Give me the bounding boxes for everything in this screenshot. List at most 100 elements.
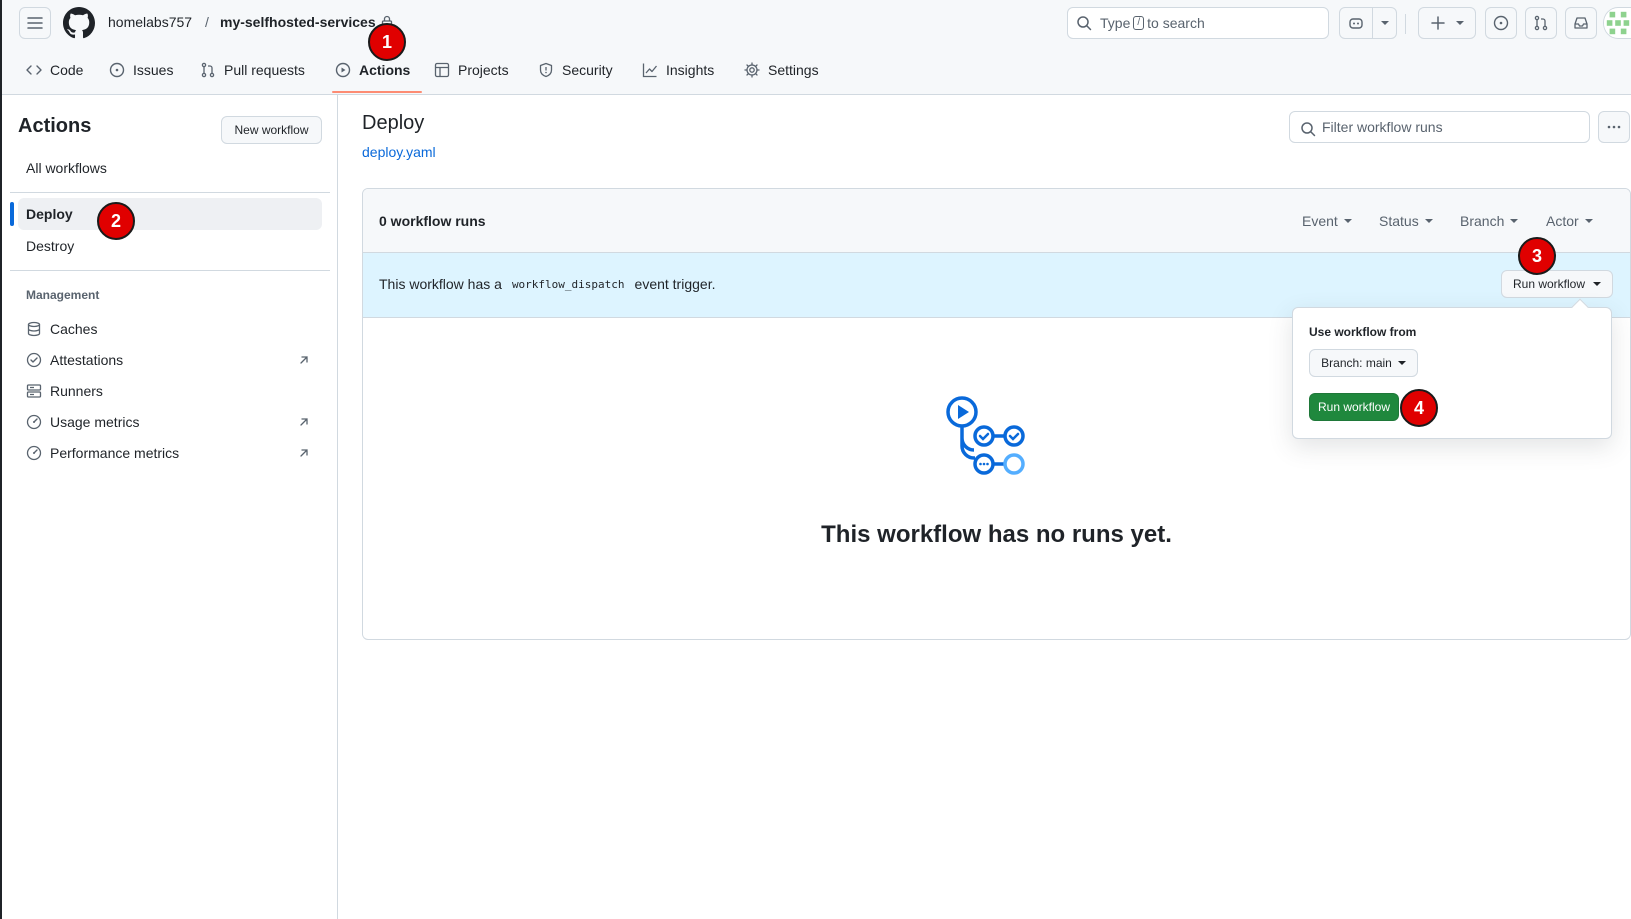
chevron-down-icon <box>1456 21 1464 25</box>
plus-icon <box>1431 16 1445 30</box>
server-icon <box>26 384 42 398</box>
meter-icon <box>26 445 42 461</box>
annotation-marker-3: 3 <box>1518 237 1556 275</box>
branch-label: Branch: main <box>1321 356 1392 370</box>
copilot-button[interactable] <box>1339 7 1397 39</box>
sidebar-item-usage-metrics[interactable]: Usage metrics <box>18 407 322 437</box>
issues-button[interactable] <box>1485 7 1517 39</box>
workflow-title: Deploy <box>362 112 425 134</box>
play-icon <box>335 62 351 78</box>
sidebar-item-label: Caches <box>50 321 98 337</box>
sidebar-item-caches[interactable]: Caches <box>18 314 322 344</box>
issue-icon <box>109 62 125 78</box>
search-prefix: Type <box>1100 15 1131 31</box>
filter-label: Branch <box>1460 213 1505 229</box>
dispatch-event-code: workflow_dispatch <box>511 277 625 291</box>
sidebar-divider <box>10 270 330 271</box>
workflow-file-link[interactable]: deploy.yaml <box>362 144 436 160</box>
sidebar-item-attestations[interactable]: Attestations <box>18 345 322 375</box>
status-filter-dropdown[interactable]: Status <box>1379 213 1433 229</box>
actions-sidebar: Actions New workflow All workflows Deplo… <box>2 95 338 919</box>
sidebar-item-label: Runners <box>50 383 103 399</box>
runs-header: 0 workflow runs Event Status Branch Acto… <box>363 189 1630 253</box>
arrow-up-right-icon <box>300 418 308 426</box>
tab-label: Settings <box>768 62 819 78</box>
actor-filter-dropdown[interactable]: Actor <box>1546 213 1593 229</box>
meter-icon <box>26 414 42 430</box>
arrow-up-right-icon <box>300 356 308 364</box>
tab-code[interactable]: Code <box>26 60 83 80</box>
github-logo-icon[interactable] <box>63 7 95 39</box>
inbox-icon <box>1574 17 1588 29</box>
sidebar-title: Actions <box>18 115 92 137</box>
run-workflow-submit-button[interactable]: Run workflow <box>1309 393 1399 421</box>
tab-actions[interactable]: Actions <box>335 60 410 80</box>
branch-select-button[interactable]: Branch: main <box>1309 349 1418 377</box>
issue-icon <box>1493 15 1509 31</box>
event-filter-dropdown[interactable]: Event <box>1302 213 1352 229</box>
sidebar-item-destroy[interactable]: Destroy <box>18 230 322 262</box>
tab-security[interactable]: Security <box>538 60 613 80</box>
run-workflow-popover: Use workflow from Branch: main Run workf… <box>1292 307 1612 439</box>
sidebar-item-label: Attestations <box>50 352 124 368</box>
search-icon <box>1077 16 1092 31</box>
run-workflow-dropdown-button[interactable]: Run workflow <box>1501 270 1613 298</box>
sidebar-item-runners[interactable]: Runners <box>18 376 322 406</box>
kebab-horizontal-icon <box>1607 125 1621 129</box>
tab-label: Pull requests <box>224 62 305 78</box>
tab-projects[interactable]: Projects <box>434 60 509 80</box>
chevron-down-icon <box>1397 361 1406 365</box>
tab-label: Actions <box>359 62 411 78</box>
tab-label: Projects <box>458 62 509 78</box>
new-workflow-button[interactable]: New workflow <box>221 116 322 144</box>
graph-icon <box>642 63 658 78</box>
branch-filter-dropdown[interactable]: Branch <box>1460 213 1519 229</box>
sidebar-item-all-workflows[interactable]: All workflows <box>18 152 322 184</box>
annotation-marker-4: 4 <box>1400 389 1438 427</box>
empty-state-title: This workflow has no runs yet. <box>821 521 1172 548</box>
tab-issues[interactable]: Issues <box>109 60 173 80</box>
filter-label: Actor <box>1546 213 1579 229</box>
tab-settings[interactable]: Settings <box>744 60 819 80</box>
search-shortcut-key: / <box>1133 16 1145 30</box>
dispatch-message: This workflow has a workflow_dispatch ev… <box>379 276 715 292</box>
database-icon <box>27 321 41 337</box>
chevron-down-icon <box>1380 21 1389 25</box>
filter-label: Status <box>1379 213 1419 229</box>
runs-count: 0 workflow runs <box>379 213 486 229</box>
annotation-marker-1: 1 <box>368 23 406 61</box>
filter-label: Event <box>1302 213 1338 229</box>
search-suffix: to search <box>1147 15 1205 31</box>
tab-label: Issues <box>133 62 174 78</box>
search-icon <box>1301 122 1316 137</box>
dispatch-suffix: event trigger. <box>634 276 716 292</box>
repo-separator: / <box>205 14 209 30</box>
filter-runs-input[interactable]: Filter workflow runs <box>1289 111 1590 143</box>
shield-icon <box>539 62 553 78</box>
global-search-input[interactable]: Type / to search <box>1067 7 1329 39</box>
pull-requests-button[interactable] <box>1525 7 1557 39</box>
avatar[interactable] <box>1603 7 1631 39</box>
chevron-down-icon <box>1424 219 1433 223</box>
tab-insights[interactable]: Insights <box>642 60 714 80</box>
hamburger-icon[interactable] <box>19 7 51 39</box>
create-new-button[interactable] <box>1418 7 1476 39</box>
gear-icon <box>744 62 760 78</box>
use-workflow-from-label: Use workflow from <box>1309 325 1417 339</box>
tab-pull-requests[interactable]: Pull requests <box>200 60 305 80</box>
chevron-down-icon <box>1593 282 1602 286</box>
app-header: homelabs757 / my-selfhosted-services Typ… <box>2 0 1631 95</box>
inbox-button[interactable] <box>1565 7 1597 39</box>
arrow-up-right-icon <box>300 449 308 457</box>
chevron-down-icon <box>1510 219 1519 223</box>
active-tab-underline <box>332 91 422 93</box>
repo-name-link[interactable]: my-selfhosted-services <box>220 14 376 30</box>
sidebar-item-deploy[interactable]: Deploy <box>18 198 322 230</box>
chevron-down-icon <box>1343 219 1352 223</box>
sidebar-item-performance-metrics[interactable]: Performance metrics <box>18 438 322 468</box>
repo-owner-link[interactable]: homelabs757 <box>108 14 192 30</box>
sidebar-item-label: Usage metrics <box>50 414 140 430</box>
more-options-button[interactable] <box>1598 111 1630 143</box>
verified-icon <box>26 352 42 368</box>
selected-indicator <box>10 202 14 226</box>
